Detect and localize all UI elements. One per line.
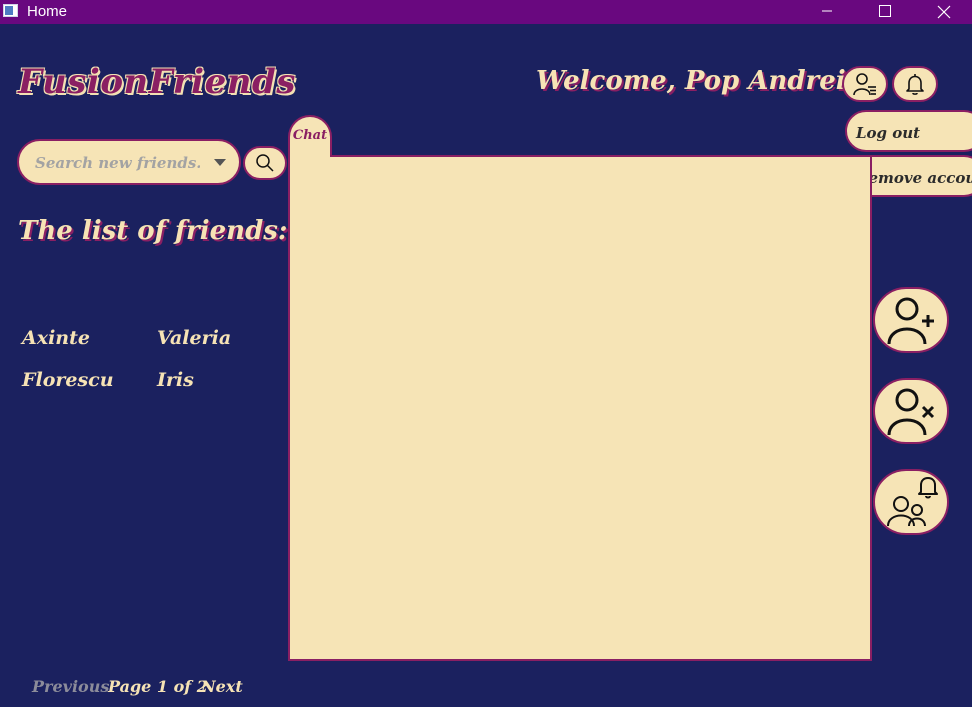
chat-panel[interactable] <box>288 155 872 661</box>
friend-item[interactable]: Florescu <box>22 369 114 391</box>
logout-menu-item[interactable]: Log out <box>845 110 972 152</box>
app-logo: FusionFriends <box>18 62 296 102</box>
close-button[interactable] <box>920 0 966 24</box>
chevron-down-icon[interactable] <box>213 158 227 167</box>
remove-friend-button[interactable] <box>873 378 949 444</box>
page-indicator: Page 1 of 2 <box>108 677 208 696</box>
welcome-message: Welcome, Pop Andrei! <box>536 66 858 96</box>
group-bell-icon <box>887 477 938 527</box>
maximize-button[interactable] <box>862 0 908 24</box>
search-button[interactable] <box>243 146 287 180</box>
app-icon <box>3 4 18 17</box>
friend-requests-button[interactable] <box>873 469 949 535</box>
minimize-button[interactable] <box>804 0 850 24</box>
add-user-icon <box>887 297 934 345</box>
tab-chat[interactable]: Chat <box>288 115 332 157</box>
search-input[interactable] <box>33 153 202 173</box>
user-list-icon <box>853 73 876 96</box>
close-icon <box>937 5 951 19</box>
friends-list-title: The list of friends: <box>18 216 288 246</box>
window-title: Home <box>27 3 68 20</box>
maximize-icon <box>879 5 891 17</box>
bell-icon <box>906 74 924 95</box>
notifications-button[interactable] <box>892 66 938 102</box>
search-icon <box>256 154 274 172</box>
friend-item[interactable]: Valeria <box>157 327 231 349</box>
profile-menu-button[interactable] <box>842 66 888 102</box>
minimize-icon <box>822 10 832 12</box>
previous-page-button[interactable]: Previous <box>32 677 109 696</box>
add-friend-button[interactable] <box>873 287 949 353</box>
friend-search-combobox[interactable] <box>17 139 241 185</box>
next-page-button[interactable]: Next <box>201 677 243 696</box>
window-titlebar: Home <box>0 0 972 24</box>
friend-item[interactable]: Iris <box>157 369 194 391</box>
friend-item[interactable]: Axinte <box>22 327 90 349</box>
remove-user-icon <box>887 388 935 436</box>
